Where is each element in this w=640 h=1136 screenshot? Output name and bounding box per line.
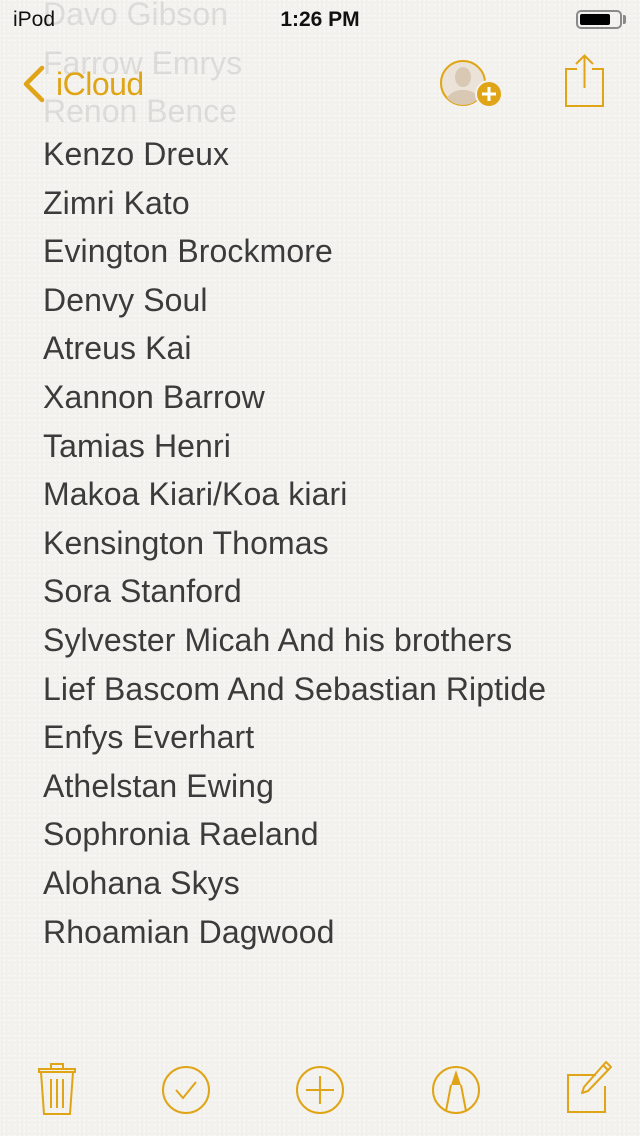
checklist-button[interactable] [156, 1058, 216, 1124]
back-label: iCloud [56, 65, 144, 102]
checkmark-circle-icon [162, 1066, 210, 1114]
plus-circle-icon [296, 1066, 344, 1114]
pen-tip-circle-icon [432, 1066, 480, 1114]
note-line: Denvy Soul [43, 281, 208, 318]
note-line: Lief Bascom And Sebastian Riptide [43, 670, 547, 707]
share-button[interactable] [560, 52, 610, 112]
trash-icon [38, 1063, 76, 1115]
battery-nub [623, 15, 626, 24]
add-person-icon [440, 60, 503, 108]
note-line: Rhoamian Dagwood [43, 913, 335, 950]
back-button[interactable]: iCloud [20, 62, 144, 106]
note-line: Sophronia Raeland [43, 816, 319, 853]
note-line: Makoa Kiari/Koa kiari [43, 476, 348, 513]
note-text[interactable]: Kenzo Dreux Zimri Kato Evington Brockmore D… [43, 130, 546, 956]
note-line: Zimri Kato [43, 184, 190, 221]
compose-button[interactable] [558, 1058, 618, 1124]
compose-icon [567, 1061, 612, 1113]
note-line: Atreus Kai [43, 330, 192, 367]
note-line: Kensington Thomas [43, 524, 329, 561]
note-line: Athelstan Ewing [43, 767, 274, 804]
note-line: Xannon Barrow [43, 378, 265, 415]
chevron-left-icon [23, 65, 45, 103]
share-icon [565, 54, 604, 107]
navigation-bar: iCloud [0, 40, 640, 128]
note-line: Tamias Henri [43, 427, 231, 464]
note-line: Sylvester Micah And his brothers [43, 621, 513, 658]
battery-level [580, 14, 610, 25]
note-line: Alohana Skys [43, 864, 240, 901]
add-button[interactable] [290, 1058, 350, 1124]
status-bar: iPod 1:26 PM [0, 0, 640, 40]
note-line: Enfys Everhart [43, 719, 255, 756]
add-people-button[interactable] [436, 56, 508, 112]
battery-icon [576, 10, 622, 29]
sketch-button[interactable] [426, 1058, 486, 1124]
bottom-toolbar [0, 1058, 640, 1124]
note-line: Sora Stanford [43, 573, 242, 610]
clock: 1:26 PM [280, 8, 360, 31]
note-line: Evington Brockmore [43, 233, 333, 270]
delete-button[interactable] [27, 1058, 87, 1124]
note-line: Kenzo Dreux [43, 136, 230, 172]
